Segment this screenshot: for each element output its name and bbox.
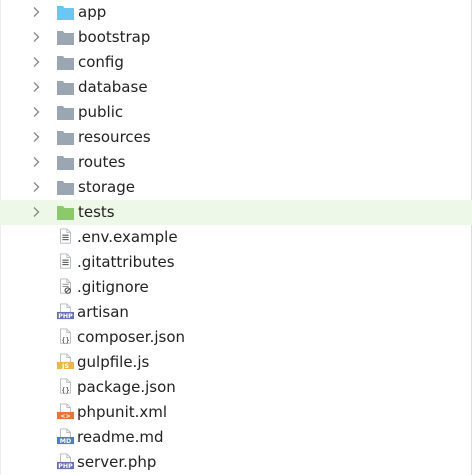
text-file-icon <box>60 253 71 269</box>
folder-blue-icon <box>57 6 74 20</box>
json-file-icon: {} <box>60 378 71 394</box>
file-label: .gitignore <box>77 278 149 296</box>
folder-label: public <box>78 103 124 121</box>
folder-row-config[interactable]: config <box>0 50 472 75</box>
file-row[interactable]: .env.example <box>0 225 472 250</box>
js-file-icon: JS <box>57 353 74 370</box>
file-row[interactable]: .gitattributes <box>0 250 472 275</box>
file-label: gulpfile.js <box>77 353 150 371</box>
chevron-right-icon[interactable] <box>30 6 42 18</box>
php-file-icon: PHP <box>57 303 74 320</box>
folder-row-storage[interactable]: storage <box>0 175 472 200</box>
svg-text:MD: MD <box>60 438 71 445</box>
folder-row-routes[interactable]: routes <box>0 150 472 175</box>
file-label: artisan <box>77 303 129 321</box>
svg-text:PHP: PHP <box>58 463 73 470</box>
file-label: server.php <box>77 453 157 471</box>
svg-text:{}: {} <box>61 385 70 394</box>
folder-icon <box>57 181 74 195</box>
folder-icon <box>57 106 74 120</box>
php-file-icon: PHP <box>57 453 74 470</box>
folder-row-public[interactable]: public <box>0 100 472 125</box>
folder-label: routes <box>78 153 126 171</box>
folder-label: database <box>78 78 148 96</box>
chevron-right-icon[interactable] <box>30 31 42 43</box>
file-row[interactable]: MD readme.md <box>0 425 472 450</box>
folder-row-app[interactable]: app <box>0 0 472 25</box>
json-file-icon: {} <box>60 328 71 344</box>
folder-icon <box>57 156 74 170</box>
folder-icon <box>57 31 74 45</box>
file-row[interactable]: PHP artisan <box>0 300 472 325</box>
chevron-right-icon[interactable] <box>30 81 42 93</box>
svg-text:{}: {} <box>61 335 70 344</box>
svg-text:<>: <> <box>60 413 70 420</box>
folder-label: storage <box>78 178 135 196</box>
file-row[interactable]: {} package.json <box>0 375 472 400</box>
folder-label: bootstrap <box>78 28 151 46</box>
file-label: readme.md <box>77 428 164 446</box>
file-row[interactable]: JS gulpfile.js <box>0 350 472 375</box>
file-row[interactable]: {} composer.json <box>0 325 472 350</box>
folder-icon <box>57 56 74 70</box>
folder-row-tests[interactable]: tests <box>0 200 472 225</box>
file-label: .env.example <box>77 228 178 246</box>
xml-file-icon: <> <box>57 403 74 420</box>
folder-row-resources[interactable]: resources <box>0 125 472 150</box>
file-row[interactable]: <> phpunit.xml <box>0 400 472 425</box>
file-label: composer.json <box>77 328 186 346</box>
text-file-icon <box>60 228 71 244</box>
folder-label: app <box>78 3 107 21</box>
project-file-tree: app bootstrap config database public resource… <box>0 0 472 475</box>
folder-icon <box>57 81 74 95</box>
folder-row-bootstrap[interactable]: bootstrap <box>0 25 472 50</box>
file-row[interactable]: PHP server.php <box>0 450 472 475</box>
file-row[interactable]: .gitignore <box>0 275 472 300</box>
svg-text:JS: JS <box>61 363 69 370</box>
file-label: phpunit.xml <box>77 403 168 421</box>
file-label: package.json <box>77 378 176 396</box>
chevron-right-icon[interactable] <box>30 206 42 218</box>
folder-green-icon <box>57 206 74 220</box>
chevron-right-icon[interactable] <box>30 56 42 68</box>
chevron-right-icon[interactable] <box>30 131 42 143</box>
folder-label: resources <box>78 128 151 146</box>
svg-text:PHP: PHP <box>58 313 73 320</box>
chevron-right-icon[interactable] <box>30 106 42 118</box>
chevron-right-icon[interactable] <box>30 181 42 193</box>
md-file-icon: MD <box>57 428 74 445</box>
folder-label: config <box>78 53 124 71</box>
folder-row-database[interactable]: database <box>0 75 472 100</box>
chevron-right-icon[interactable] <box>30 156 42 168</box>
ignore-file-icon <box>60 278 71 294</box>
file-label: .gitattributes <box>77 253 175 271</box>
folder-icon <box>57 131 74 145</box>
folder-label: tests <box>78 203 115 221</box>
